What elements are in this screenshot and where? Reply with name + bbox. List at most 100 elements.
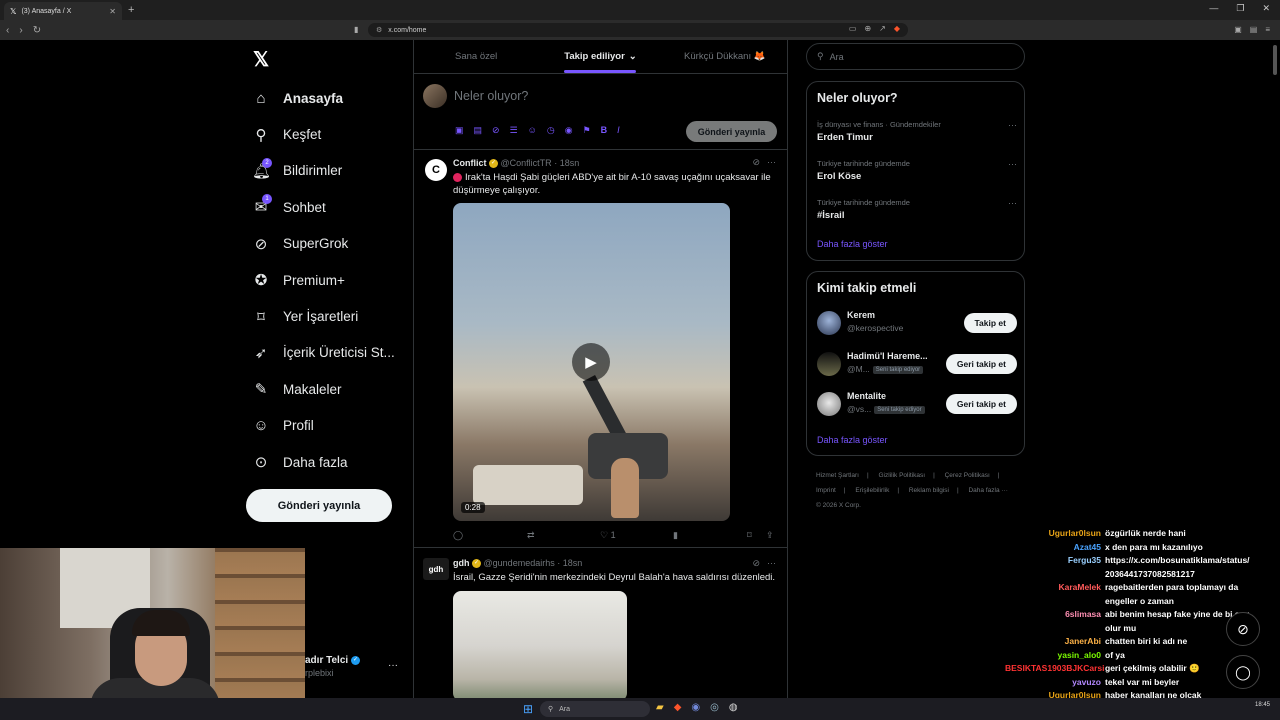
tweet-video[interactable]: ▶ 0:28 xyxy=(453,203,730,521)
sidebar-item-more[interactable]: ⊙ Daha fazla xyxy=(252,444,395,480)
schedule-icon[interactable]: ◷ xyxy=(547,125,555,136)
chat-username[interactable]: JanerAbi xyxy=(1005,635,1105,649)
compose-post-button[interactable]: Gönderi yayınla xyxy=(686,121,777,142)
follow-back-button[interactable]: Geri takip et xyxy=(945,354,1017,374)
bold-icon[interactable]: B xyxy=(601,125,608,136)
brave-shield-icon[interactable]: ◆ xyxy=(894,24,900,33)
tweet-handle[interactable]: @gundemedairhs xyxy=(484,558,555,568)
brave-icon[interactable]: ◆ xyxy=(674,702,682,713)
follow-suggestion[interactable]: Hadimü'l Hareme... @M... Seni takip ediyo… xyxy=(817,349,1017,379)
sidebar-item-notifications[interactable]: 🔔︎ 2 Bildirimler xyxy=(252,153,395,189)
extension-icon[interactable]: ▣ xyxy=(1234,25,1242,34)
sidebar-item-chat[interactable]: ✉ 1 Sohbet xyxy=(252,189,395,225)
footer-link[interactable]: Erişilebilirlik xyxy=(855,487,889,494)
more-icon[interactable]: ··· xyxy=(1008,120,1017,130)
chat-username[interactable] xyxy=(1005,568,1105,582)
gif-icon[interactable]: ▤ xyxy=(474,125,483,136)
chat-username[interactable] xyxy=(1005,622,1105,636)
folder-icon[interactable]: ▰ xyxy=(656,702,664,713)
x-logo-icon[interactable]: 𝕏 xyxy=(253,47,269,72)
share-icon[interactable]: ↗ xyxy=(879,24,886,33)
new-tab-icon[interactable]: + xyxy=(128,4,134,16)
post-button[interactable]: Gönderi yayınla xyxy=(246,489,392,522)
share-icon[interactable]: ⇪ xyxy=(766,530,774,541)
scrollbar[interactable] xyxy=(1273,45,1277,75)
show-more-link[interactable]: Daha fazla göster xyxy=(817,239,888,249)
reload-icon[interactable]: ↻ xyxy=(33,25,41,36)
close-window-icon[interactable]: ✕ xyxy=(1262,3,1270,14)
tweet-author[interactable]: gdh xyxy=(453,558,470,568)
tweet[interactable]: gdh gdh ✓ @gundemedairhs · 18sn ⊘ ··· İs… xyxy=(413,549,788,701)
emoji-icon[interactable]: ☺ xyxy=(528,125,537,136)
chat-username[interactable]: yasin_alo0 xyxy=(1005,649,1105,663)
sidebar-item-profile[interactable]: ☺ Profil xyxy=(252,408,395,444)
tweet[interactable]: C Conflict ✓ @ConflictTR · 18sn ⊘ ··· Ir… xyxy=(413,151,788,548)
show-more-link[interactable]: Daha fazla göster xyxy=(817,435,888,445)
bookmark-icon[interactable]: ⌑ xyxy=(747,530,752,541)
avatar[interactable] xyxy=(423,84,447,108)
chat-username[interactable]: KaraMelek xyxy=(1005,581,1105,595)
avatar[interactable] xyxy=(817,352,841,376)
tweet-time[interactable]: 18sn xyxy=(560,158,580,168)
tweet-handle[interactable]: @ConflictTR xyxy=(501,158,552,168)
tweet-time[interactable]: 18sn xyxy=(563,558,583,568)
grok-icon[interactable]: ⊘ xyxy=(492,125,500,136)
browser-tab[interactable]: 𝕏 (3) Anasayfa / X ✕ xyxy=(4,2,122,20)
more-icon[interactable]: ··· xyxy=(767,558,776,568)
sidebar-item-bookmarks[interactable]: ⌑ Yer İşaretleri xyxy=(252,298,395,334)
follow-button[interactable]: Takip et xyxy=(963,313,1017,333)
retweet-icon[interactable]: ⇄ xyxy=(527,530,535,541)
footer-link[interactable]: Hizmet Şartları xyxy=(816,472,859,479)
sidebar-item-explore[interactable]: ⚲ Keşfet xyxy=(252,116,395,152)
sidebar-item-home[interactable]: ⌂ Anasayfa xyxy=(252,80,395,116)
taskbar-search[interactable]: ⚲ Ara xyxy=(540,701,650,717)
follow-back-button[interactable]: Geri takip et xyxy=(945,394,1017,414)
grok-icon[interactable]: ⊘ xyxy=(752,157,760,168)
more-icon[interactable]: ··· xyxy=(767,157,776,167)
footer-link[interactable]: Çerez Politikası xyxy=(945,472,990,479)
avatar[interactable] xyxy=(817,311,841,335)
chat-username[interactable]: 6slimasa xyxy=(1005,608,1105,622)
sidebar-item-creator-studio[interactable]: ➶ İçerik Üreticisi St... xyxy=(252,335,395,371)
sidebar-item-supergrok[interactable]: ⊘ SuperGrok xyxy=(252,226,395,262)
sidebar-toggle-icon[interactable]: ▤ xyxy=(1250,25,1258,34)
forward-icon[interactable]: › xyxy=(19,25,22,36)
footer-link[interactable]: Reklam bilgisi xyxy=(909,487,949,494)
flag-icon[interactable]: ⚑ xyxy=(583,125,591,136)
bookmark-page-icon[interactable]: ▮ xyxy=(354,25,358,34)
account-switcher[interactable]: adır Telci ✓ rplebixi xyxy=(305,655,360,678)
discord-icon[interactable]: ◉ xyxy=(691,702,700,713)
image-icon[interactable]: ▣ xyxy=(455,125,464,136)
follow-suggestion[interactable]: Kerem @kerospective Takip et xyxy=(817,308,1017,338)
close-icon[interactable]: ✕ xyxy=(109,7,116,16)
search-input[interactable]: ⚲ Ara xyxy=(806,43,1025,70)
tweet-avatar[interactable]: gdh xyxy=(423,558,449,580)
trend-item[interactable]: Türkiye tarihinde gündemde #İsrail ··· xyxy=(817,198,1017,221)
messages-float-button[interactable]: ◯ xyxy=(1226,655,1260,689)
tweet-image[interactable] xyxy=(453,591,627,701)
like-icon[interactable]: ♡ 1 xyxy=(600,530,616,541)
footer-link[interactable]: Gizlilik Politikası xyxy=(879,472,926,479)
minimize-icon[interactable]: — xyxy=(1209,3,1218,14)
compose-input[interactable]: Neler oluyor? xyxy=(454,89,528,103)
menu-icon[interactable]: ≡ xyxy=(1265,25,1270,34)
play-icon[interactable]: ▶ xyxy=(572,343,610,381)
chat-username[interactable] xyxy=(1005,595,1105,609)
more-icon[interactable]: ··· xyxy=(388,660,398,671)
sidebar-item-articles[interactable]: ✎ Makaleler xyxy=(252,371,395,407)
sidebar-item-premium[interactable]: ✪ Premium+ xyxy=(252,262,395,298)
trend-item[interactable]: İş dünyası ve finans · Gündemdekiler Erd… xyxy=(817,120,1017,143)
location-icon[interactable]: ◉ xyxy=(565,125,573,136)
zoom-icon[interactable]: ⊕ xyxy=(864,24,871,33)
more-icon[interactable]: ··· xyxy=(1008,198,1017,208)
windows-start-icon[interactable]: ⊞ xyxy=(523,702,533,716)
follow-suggestion[interactable]: Mentalite @vs... Seni takip ediyor Geri t… xyxy=(817,389,1017,419)
reply-icon[interactable]: ◯ xyxy=(453,530,463,541)
steam-icon[interactable]: ◎ xyxy=(710,702,719,713)
grok-icon[interactable]: ⊘ xyxy=(752,558,760,569)
views-icon[interactable]: ▮ xyxy=(673,530,678,541)
chat-username[interactable]: BESIKTAS1903BJKCarsi xyxy=(1005,662,1105,676)
chat-username[interactable]: yavuzo xyxy=(1005,676,1105,690)
maximize-icon[interactable]: ❐ xyxy=(1236,3,1244,14)
back-icon[interactable]: ‹ xyxy=(6,25,9,36)
